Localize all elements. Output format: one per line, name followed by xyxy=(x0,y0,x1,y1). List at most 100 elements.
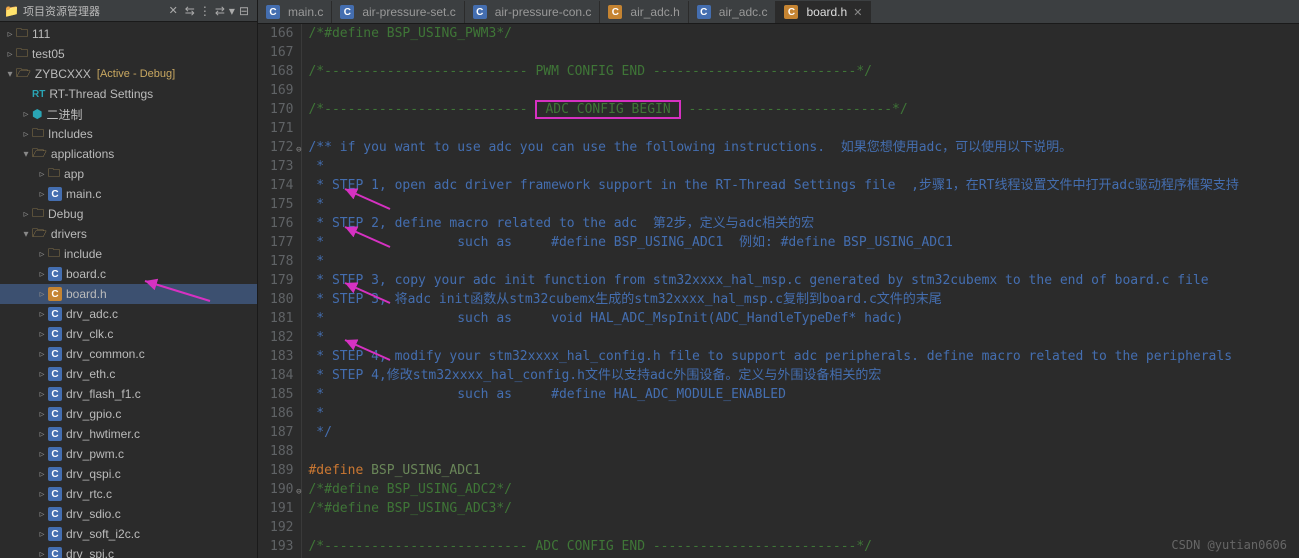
tree-twisty[interactable]: ▹ xyxy=(36,449,48,460)
tree-item[interactable]: ▹Cdrv_sdio.c xyxy=(0,504,257,524)
code-line[interactable]: * such as #define BSP_USING_ADC1 例如: #de… xyxy=(308,233,1299,252)
tree-item[interactable]: ▹🗀Includes xyxy=(0,124,257,144)
code-line[interactable]: * xyxy=(308,404,1299,423)
tree-twisty[interactable]: ▹ xyxy=(20,209,32,220)
tree-item[interactable]: ▹🗀include xyxy=(0,244,257,264)
tree-twisty[interactable]: ▹ xyxy=(4,29,16,40)
code-line[interactable]: /*-------------------------- ADC CONFIG … xyxy=(308,537,1299,556)
close-icon[interactable]: ✕ xyxy=(853,6,862,19)
tree-item[interactable]: ▹🗀Debug xyxy=(0,204,257,224)
tree-item[interactable]: ▹🗀app xyxy=(0,164,257,184)
code-line[interactable]: * STEP 4,修改stm32xxxx_hal_config.h文件以支持ad… xyxy=(308,366,1299,385)
pin-icon[interactable]: ✕ xyxy=(169,4,178,17)
tree-item[interactable]: ▹Cdrv_flash_f1.c xyxy=(0,384,257,404)
tree-item[interactable]: ▹Cdrv_gpio.c xyxy=(0,404,257,424)
code-line[interactable]: * xyxy=(308,252,1299,271)
tree-twisty[interactable]: ▹ xyxy=(36,489,48,500)
tree-twisty[interactable]: ▹ xyxy=(20,109,32,120)
code-line[interactable]: #define BSP_USING_ADC1 xyxy=(308,461,1299,480)
fold-marker[interactable]: ⊖ xyxy=(296,483,301,502)
code-line[interactable]: */ xyxy=(308,423,1299,442)
tree-twisty[interactable]: ▹ xyxy=(36,169,48,180)
tree-twisty[interactable]: ▾ xyxy=(20,229,32,240)
code-line[interactable]: /*#define BSP_USING_ADC3*/ xyxy=(308,499,1299,518)
tree-item[interactable]: ▹Cdrv_spi.c xyxy=(0,544,257,558)
tree-item[interactable]: ▹Cdrv_clk.c xyxy=(0,324,257,344)
editor-tab[interactable]: Cair_adc.c xyxy=(689,1,777,23)
tree-item[interactable]: ▹Cdrv_common.c xyxy=(0,344,257,364)
tree-item[interactable]: ▹Cboard.h xyxy=(0,284,257,304)
toolbar-icon-3[interactable]: ⇄ xyxy=(215,4,225,18)
tree-twisty[interactable]: ▾ xyxy=(20,149,32,160)
code-line[interactable]: * STEP 2, define macro related to the ad… xyxy=(308,214,1299,233)
code-editor[interactable]: 166167168169170171172⊖173174175176177178… xyxy=(258,24,1299,558)
tree-item[interactable]: ▹Cboard.c xyxy=(0,264,257,284)
code-line[interactable]: * xyxy=(308,157,1299,176)
fold-marker[interactable]: ⊖ xyxy=(296,141,301,160)
code-line[interactable]: /*#define BSP_USING_ADC2*/ xyxy=(308,480,1299,499)
tree-item[interactable]: ▹Cdrv_adc.c xyxy=(0,304,257,324)
code-line[interactable] xyxy=(308,119,1299,138)
code-line[interactable]: * STEP 1, open adc driver framework supp… xyxy=(308,176,1299,195)
tree-item[interactable]: ▹Cdrv_rtc.c xyxy=(0,484,257,504)
tree-twisty[interactable]: ▹ xyxy=(36,429,48,440)
code-line[interactable] xyxy=(308,81,1299,100)
tree-twisty[interactable]: ▹ xyxy=(36,529,48,540)
code-line[interactable]: /*-------------------------- PWM CONFIG … xyxy=(308,62,1299,81)
code-line[interactable]: * STEP 4, modify your stm32xxxx_hal_conf… xyxy=(308,347,1299,366)
tree-twisty[interactable]: ▹ xyxy=(36,349,48,360)
code-line[interactable]: * such as void HAL_ADC_MspInit(ADC_Handl… xyxy=(308,309,1299,328)
tree-item[interactable]: ▹Cdrv_eth.c xyxy=(0,364,257,384)
tree-twisty[interactable]: ▹ xyxy=(36,409,48,420)
toolbar-icon-5[interactable]: ⊟ xyxy=(239,4,249,18)
tree-twisty[interactable]: ▹ xyxy=(36,309,48,320)
tree-twisty[interactable]: ▹ xyxy=(36,369,48,380)
tree-twisty[interactable]: ▹ xyxy=(36,389,48,400)
code-line[interactable]: /*#define BSP_USING_PWM3*/ xyxy=(308,24,1299,43)
code-body[interactable]: /*#define BSP_USING_PWM3*/ /*------------… xyxy=(302,24,1299,558)
editor-tab[interactable]: Cair-pressure-set.c xyxy=(332,1,464,23)
tree-twisty[interactable]: ▹ xyxy=(36,469,48,480)
code-line[interactable]: /** if you want to use adc you can use t… xyxy=(308,138,1299,157)
tree-item[interactable]: RTRT-Thread Settings xyxy=(0,84,257,104)
tree-twisty[interactable]: ▹ xyxy=(36,249,48,260)
tree-twisty[interactable]: ▹ xyxy=(36,269,48,280)
tree-item[interactable]: ▹Cdrv_soft_i2c.c xyxy=(0,524,257,544)
tree-twisty[interactable]: ▹ xyxy=(4,49,16,60)
tree-twisty[interactable]: ▹ xyxy=(36,549,48,558)
toolbar-icon-4[interactable]: ▾ xyxy=(229,4,235,18)
project-tree[interactable]: ▹🗀111▹🗀test05▾🗁ZYBCXXX[Active - Debug]RT… xyxy=(0,22,257,558)
toolbar-icon-1[interactable]: ⇆ xyxy=(185,4,195,18)
editor-tab[interactable]: Cair-pressure-con.c xyxy=(465,1,601,23)
toolbar-icon-2[interactable]: ⋮ xyxy=(199,4,211,18)
editor-tab[interactable]: Cboard.h✕ xyxy=(776,1,871,23)
tree-item[interactable]: ▾🗁applications xyxy=(0,144,257,164)
tree-twisty[interactable]: ▾ xyxy=(4,69,16,80)
c-file-icon: C xyxy=(48,507,62,521)
editor-tab[interactable]: Cair_adc.h xyxy=(600,1,688,23)
editor-tab[interactable]: Cmain.c xyxy=(258,1,332,23)
code-line[interactable] xyxy=(308,442,1299,461)
tree-twisty[interactable]: ▹ xyxy=(36,289,48,300)
tree-item[interactable]: ▾🗁drivers xyxy=(0,224,257,244)
tree-item[interactable]: ▹⬢二进制 xyxy=(0,104,257,124)
tree-item[interactable]: ▾🗁ZYBCXXX[Active - Debug] xyxy=(0,64,257,84)
tree-item[interactable]: ▹Cdrv_pwm.c xyxy=(0,444,257,464)
tree-twisty[interactable]: ▹ xyxy=(36,509,48,520)
code-line[interactable]: * STEP 3, copy your adc init function fr… xyxy=(308,271,1299,290)
code-line[interactable]: * such as #define HAL_ADC_MODULE_ENABLED xyxy=(308,385,1299,404)
code-line[interactable]: * xyxy=(308,328,1299,347)
tree-twisty[interactable]: ▹ xyxy=(20,129,32,140)
tree-twisty[interactable]: ▹ xyxy=(36,329,48,340)
code-line[interactable]: * xyxy=(308,195,1299,214)
tree-item[interactable]: ▹🗀111 xyxy=(0,24,257,44)
tree-item[interactable]: ▹🗀test05 xyxy=(0,44,257,64)
tree-twisty[interactable]: ▹ xyxy=(36,189,48,200)
code-line[interactable] xyxy=(308,43,1299,62)
tree-item[interactable]: ▹Cdrv_qspi.c xyxy=(0,464,257,484)
code-line[interactable]: * STEP 3, 将adc init函数从stm32cubemx生成的stm3… xyxy=(308,290,1299,309)
tree-item[interactable]: ▹Cmain.c xyxy=(0,184,257,204)
tree-item[interactable]: ▹Cdrv_hwtimer.c xyxy=(0,424,257,444)
code-line[interactable] xyxy=(308,518,1299,537)
code-line[interactable]: /*-------------------------- ADC CONFIG … xyxy=(308,100,1299,119)
